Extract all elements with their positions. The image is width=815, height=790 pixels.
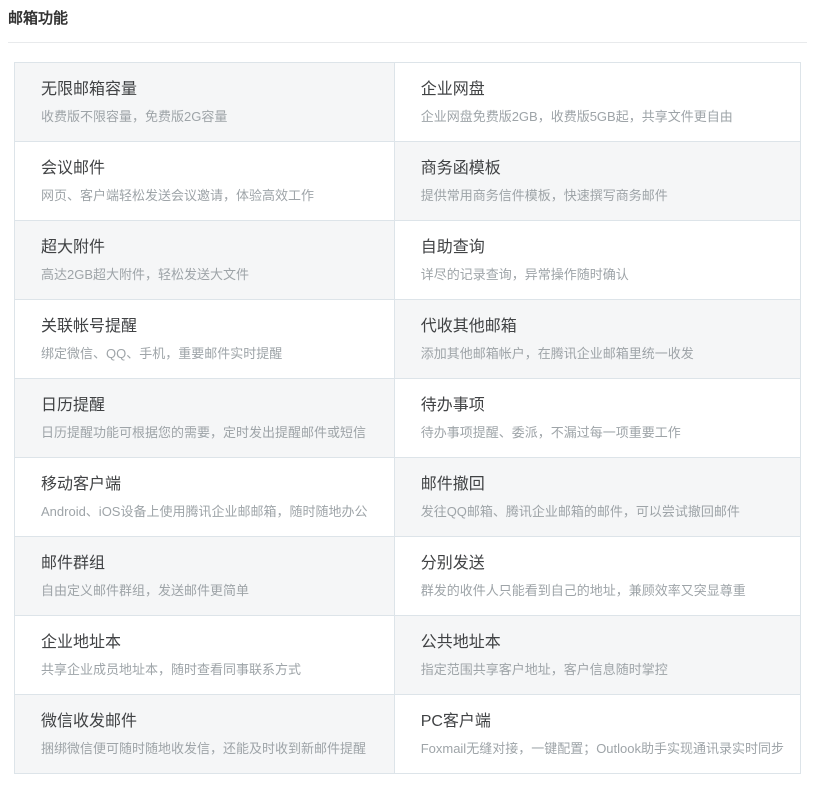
feature-title: 邮件撤回 [421, 475, 784, 495]
feature-desc: Android、iOS设备上使用腾讯企业邮邮箱，随时随地办公 [41, 503, 378, 520]
page-title: 邮箱功能 [8, 9, 807, 29]
feature-card: 自助查询 详尽的记录查询，异常操作随时确认 [395, 221, 800, 299]
feature-card: 邮件撤回 发往QQ邮箱、腾讯企业邮箱的邮件，可以尝试撤回邮件 [395, 458, 800, 536]
feature-title: 微信收发邮件 [41, 712, 378, 732]
feature-title: 超大附件 [41, 238, 378, 258]
feature-card: 关联帐号提醒 绑定微信、QQ、手机，重要邮件实时提醒 [15, 300, 394, 378]
feature-title: 移动客户端 [41, 475, 378, 495]
feature-title: 无限邮箱容量 [41, 80, 378, 100]
feature-desc: 企业网盘免费版2GB，收费版5GB起，共享文件更自由 [421, 108, 784, 125]
feature-card: 代收其他邮箱 添加其他邮箱帐户，在腾讯企业邮箱里统一收发 [395, 300, 800, 378]
feature-desc: 提供常用商务信件模板，快速撰写商务邮件 [421, 187, 784, 204]
feature-card: 待办事项 待办事项提醒、委派，不漏过每一项重要工作 [395, 379, 800, 457]
feature-title: 自助查询 [421, 238, 784, 258]
feature-title: 待办事项 [421, 396, 784, 416]
feature-desc: 详尽的记录查询，异常操作随时确认 [421, 266, 784, 283]
feature-card: 企业地址本 共享企业成员地址本，随时查看同事联系方式 [15, 616, 394, 694]
feature-desc: 网页、客户端轻松发送会议邀请，体验高效工作 [41, 187, 378, 204]
feature-title: 会议邮件 [41, 159, 378, 179]
header-divider [8, 42, 807, 43]
page-header: 邮箱功能 [0, 0, 815, 43]
feature-desc: 群发的收件人只能看到自己的地址，兼顾效率又突显尊重 [421, 582, 784, 599]
feature-desc: 发往QQ邮箱、腾讯企业邮箱的邮件，可以尝试撤回邮件 [421, 503, 784, 520]
feature-card: 日历提醒 日历提醒功能可根据您的需要，定时发出提醒邮件或短信 [15, 379, 394, 457]
feature-title: PC客户端 [421, 712, 784, 732]
feature-card: 公共地址本 指定范围共享客户地址，客户信息随时掌控 [395, 616, 800, 694]
feature-desc: 高达2GB超大附件，轻松发送大文件 [41, 266, 378, 283]
feature-card: 无限邮箱容量 收费版不限容量，免费版2G容量 [15, 63, 394, 141]
feature-title: 商务函模板 [421, 159, 784, 179]
feature-title: 关联帐号提醒 [41, 317, 378, 337]
feature-desc: 待办事项提醒、委派，不漏过每一项重要工作 [421, 424, 784, 441]
feature-title: 分别发送 [421, 554, 784, 574]
feature-desc: Foxmail无缝对接，一键配置；Outlook助手实现通讯录实时同步 [421, 740, 784, 757]
feature-desc: 日历提醒功能可根据您的需要，定时发出提醒邮件或短信 [41, 424, 378, 441]
feature-card: 企业网盘 企业网盘免费版2GB，收费版5GB起，共享文件更自由 [395, 63, 800, 141]
feature-desc: 指定范围共享客户地址，客户信息随时掌控 [421, 661, 784, 678]
feature-card: 移动客户端 Android、iOS设备上使用腾讯企业邮邮箱，随时随地办公 [15, 458, 394, 536]
feature-card: 邮件群组 自由定义邮件群组，发送邮件更简单 [15, 537, 394, 615]
feature-title: 企业地址本 [41, 633, 378, 653]
feature-desc: 共享企业成员地址本，随时查看同事联系方式 [41, 661, 378, 678]
feature-desc: 添加其他邮箱帐户，在腾讯企业邮箱里统一收发 [421, 345, 784, 362]
feature-title: 公共地址本 [421, 633, 784, 653]
feature-title: 企业网盘 [421, 80, 784, 100]
feature-card: 分别发送 群发的收件人只能看到自己的地址，兼顾效率又突显尊重 [395, 537, 800, 615]
feature-card: 微信收发邮件 捆绑微信便可随时随地收发信，还能及时收到新邮件提醒 [15, 695, 394, 773]
feature-title: 邮件群组 [41, 554, 378, 574]
feature-desc: 收费版不限容量，免费版2G容量 [41, 108, 378, 125]
feature-desc: 自由定义邮件群组，发送邮件更简单 [41, 582, 378, 599]
feature-title: 日历提醒 [41, 396, 378, 416]
feature-title: 代收其他邮箱 [421, 317, 784, 337]
feature-grid: 无限邮箱容量 收费版不限容量，免费版2G容量 企业网盘 企业网盘免费版2GB，收… [14, 62, 801, 774]
feature-card: 商务函模板 提供常用商务信件模板，快速撰写商务邮件 [395, 142, 800, 220]
feature-card: PC客户端 Foxmail无缝对接，一键配置；Outlook助手实现通讯录实时同… [395, 695, 800, 773]
feature-desc: 绑定微信、QQ、手机，重要邮件实时提醒 [41, 345, 378, 362]
feature-card: 会议邮件 网页、客户端轻松发送会议邀请，体验高效工作 [15, 142, 394, 220]
feature-desc: 捆绑微信便可随时随地收发信，还能及时收到新邮件提醒 [41, 740, 378, 757]
feature-card: 超大附件 高达2GB超大附件，轻松发送大文件 [15, 221, 394, 299]
